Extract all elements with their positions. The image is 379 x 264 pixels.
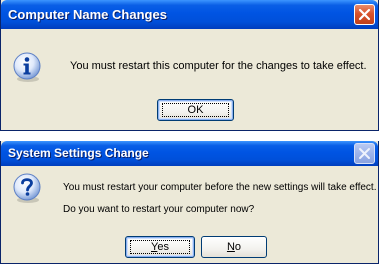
dialog-title: System Settings Change [8, 146, 149, 160]
question-icon [13, 173, 41, 203]
dialog-message: You must restart this computer for the c… [70, 60, 367, 72]
yes-button-label: es [157, 241, 169, 253]
no-button-label: o [234, 241, 242, 253]
dialog-title-bar[interactable]: Computer Name Changes [1, 0, 378, 29]
close-icon [358, 8, 371, 21]
dialog-message: You must restart your computer before th… [63, 182, 377, 193]
no-button[interactable]: No [201, 236, 267, 258]
close-icon [359, 148, 370, 159]
ok-button-label: OK [187, 104, 204, 116]
ok-button[interactable]: OK [157, 99, 234, 121]
dialog-title-bar[interactable]: System Settings Change [1, 141, 378, 166]
yes-button[interactable]: Yes [125, 236, 195, 258]
dialog-question: Do you want to restart your computer now… [63, 204, 255, 215]
dialog-title: Computer Name Changes [8, 7, 167, 22]
no-accelerator: N [226, 241, 235, 253]
close-button[interactable] [354, 143, 375, 164]
close-button[interactable] [354, 4, 375, 25]
system-settings-change-dialog: System Settings Change You must restart … [0, 141, 379, 264]
info-icon [13, 52, 41, 82]
computer-name-changes-dialog: Computer Name Changes You must restart t… [0, 0, 379, 131]
